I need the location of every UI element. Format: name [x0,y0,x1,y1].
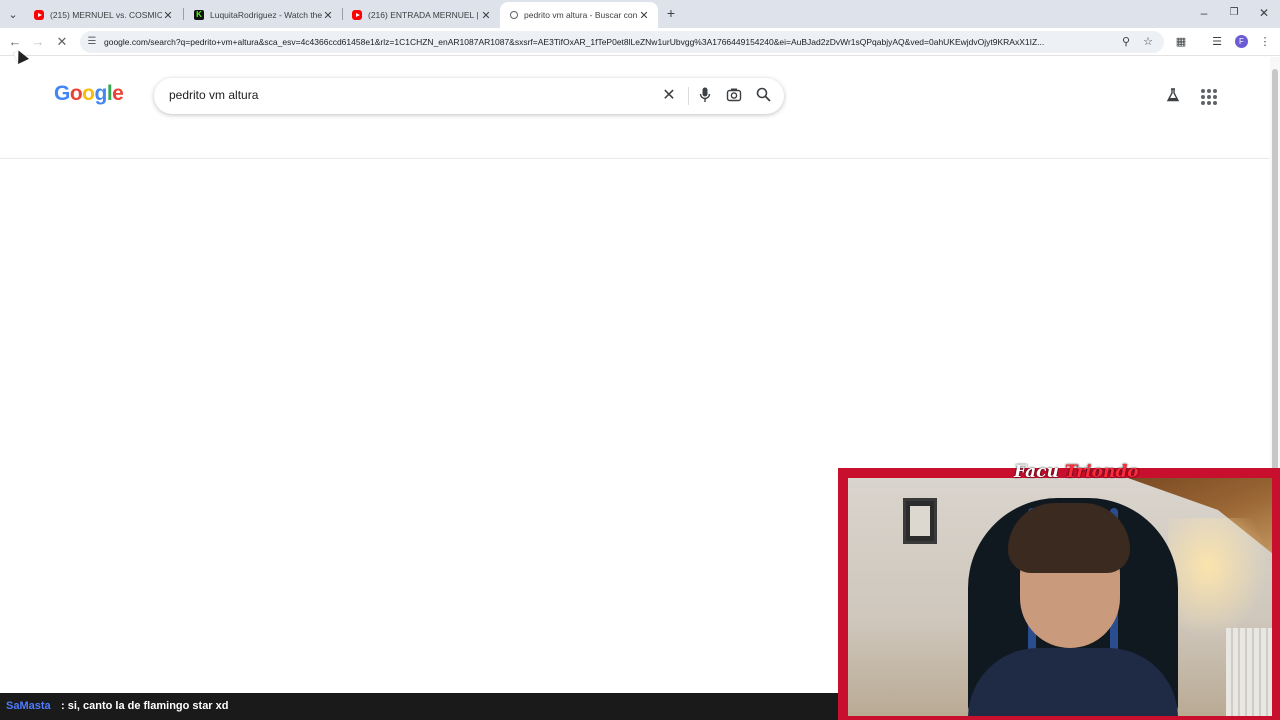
tab-close-icon[interactable]: ✕ [638,9,650,22]
address-bar[interactable]: ☰ google.com/search?q=pedrito+vm+altura&… [80,31,1164,53]
tab-strip: ⌄ (215) MERNUEL vs. COSMIC KI ✕ K Luquit… [0,0,1280,28]
stop-loading-icon[interactable]: ✕ [53,33,71,51]
close-window-icon[interactable]: ✕ [1255,4,1273,22]
search-divider [688,87,689,105]
tab-title: (216) ENTRADA MERNUEL | PA [368,10,480,20]
chat-username: SaMasta [6,700,51,712]
new-tab-icon[interactable]: + [664,5,678,21]
camera-search-icon[interactable] [725,87,743,105]
search-icon[interactable] [754,87,772,105]
kick-icon: K [194,10,204,20]
webcam-wall-picture [903,498,937,544]
bookmark-star-icon[interactable]: ☆ [1140,34,1156,50]
site-info-icon[interactable]: ☰ [86,35,98,49]
forward-icon[interactable]: → [29,33,47,51]
tab-search-icon[interactable]: ⌄ [4,5,22,23]
minimize-icon[interactable]: – [1195,4,1213,22]
tab-title: LuquitaRodriguez - Watch the [210,10,322,20]
google-icon [510,11,518,19]
streamer-name-logo: Facu Triondo [1014,462,1139,482]
search-box[interactable]: pedrito vm altura ✕ [154,78,784,114]
webcam-feed [848,478,1272,716]
tab-title: pedrito vm altura - Buscar con [524,10,638,20]
logo-letter: e [112,82,124,105]
menu-kebab-icon[interactable]: ⋮ [1257,34,1273,50]
header-divider [0,158,1270,159]
url-text[interactable]: google.com/search?q=pedrito+vm+altura&sc… [104,35,1114,49]
profile-avatar[interactable]: F [1235,35,1248,48]
extensions-icon[interactable]: ▦ [1173,34,1189,50]
clear-search-icon[interactable]: ✕ [660,87,678,105]
logo-letter: o [82,82,95,105]
tab-close-icon[interactable]: ✕ [162,9,174,22]
logo-letter: o [69,82,83,105]
logo-letter: g [94,82,108,105]
voice-search-icon[interactable] [696,87,714,105]
youtube-icon [34,10,44,20]
streamer-name-part1: Facu [1014,462,1065,482]
browser-toolbar: ← → ✕ ☰ google.com/search?q=pedrito+vm+a… [0,28,1280,56]
chat-message: : si, canto la de flamingo star xd [61,700,229,712]
media-controls-icon[interactable]: ☰ [1209,34,1225,50]
streamer-name-part2: Triondo [1064,462,1139,482]
webcam-radiator [1226,628,1272,716]
tab-3[interactable]: (216) ENTRADA MERNUEL | PA ✕ [342,2,500,28]
stream-chat-bar: SaMasta : si, canto la de flamingo star … [0,693,845,720]
tab-4-active[interactable]: pedrito vm altura - Buscar con ✕ [500,2,658,28]
restore-icon[interactable]: ❐ [1225,4,1243,22]
webcam-lamp [1168,518,1268,638]
search-input[interactable]: pedrito vm altura [169,88,258,102]
labs-flask-icon[interactable] [1165,88,1181,104]
tab-title: (215) MERNUEL vs. COSMIC KI [50,10,162,20]
google-logo[interactable]: Google [54,82,124,106]
streamer-hair [1008,503,1130,573]
tab-1[interactable]: (215) MERNUEL vs. COSMIC KI ✕ [24,2,182,28]
zoom-icon[interactable]: ⚲ [1118,34,1134,50]
tab-close-icon[interactable]: ✕ [480,9,492,22]
logo-letter: G [54,82,70,105]
tab-close-icon[interactable]: ✕ [322,9,334,22]
google-apps-icon[interactable] [1199,87,1217,105]
youtube-icon [352,10,362,20]
tab-2[interactable]: K LuquitaRodriguez - Watch the ✕ [184,2,342,28]
